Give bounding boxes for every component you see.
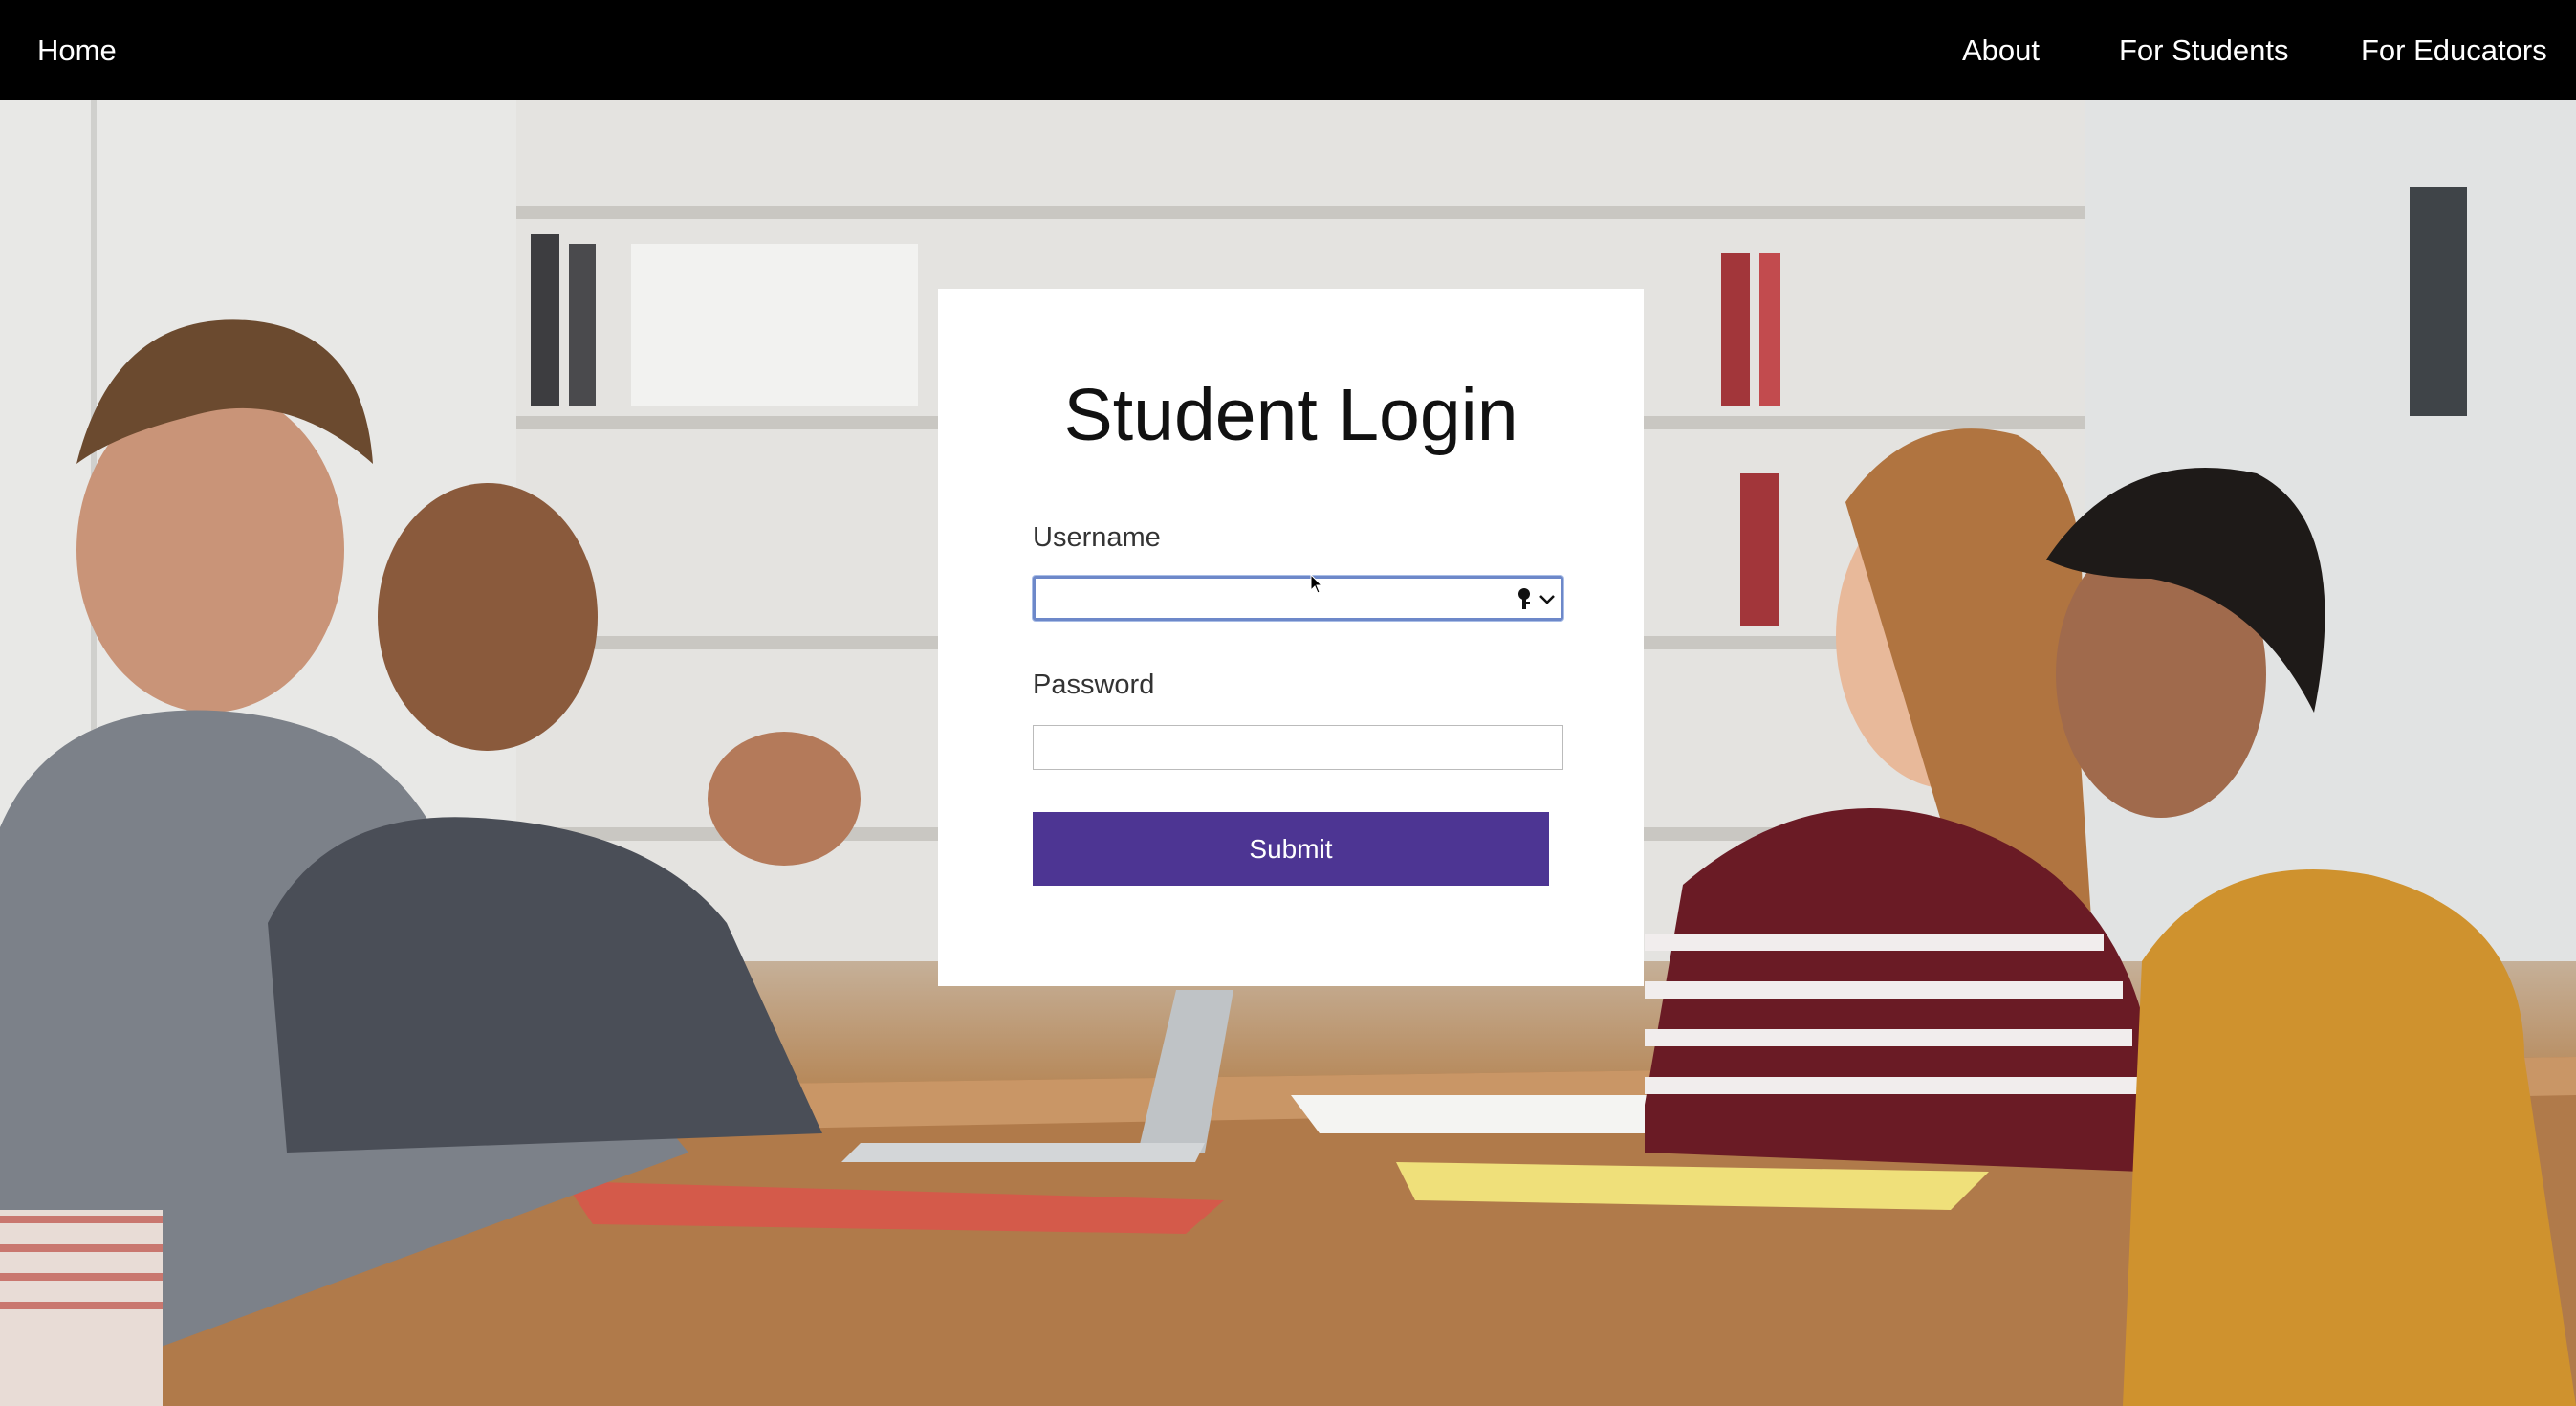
- page-title: Student Login: [1063, 374, 1518, 456]
- top-navbar: Home About For Students For Educators: [0, 0, 2576, 100]
- login-card: Student Login Username Password Submit: [938, 289, 1644, 986]
- nav-for-students-link[interactable]: For Students: [2119, 0, 2288, 100]
- chevron-down-icon: [1539, 595, 1555, 604]
- password-label: Password: [1033, 670, 1155, 700]
- nav-for-educators-link[interactable]: For Educators: [2361, 0, 2547, 100]
- password-input[interactable]: [1033, 725, 1563, 770]
- username-input[interactable]: [1033, 576, 1563, 621]
- credential-autofill-button[interactable]: [1515, 586, 1559, 611]
- nav-home-link[interactable]: Home: [37, 0, 117, 100]
- username-label: Username: [1033, 522, 1161, 553]
- nav-about-link[interactable]: About: [1962, 0, 2040, 100]
- submit-button[interactable]: Submit: [1033, 812, 1549, 886]
- mouse-cursor-icon: [1310, 574, 1323, 594]
